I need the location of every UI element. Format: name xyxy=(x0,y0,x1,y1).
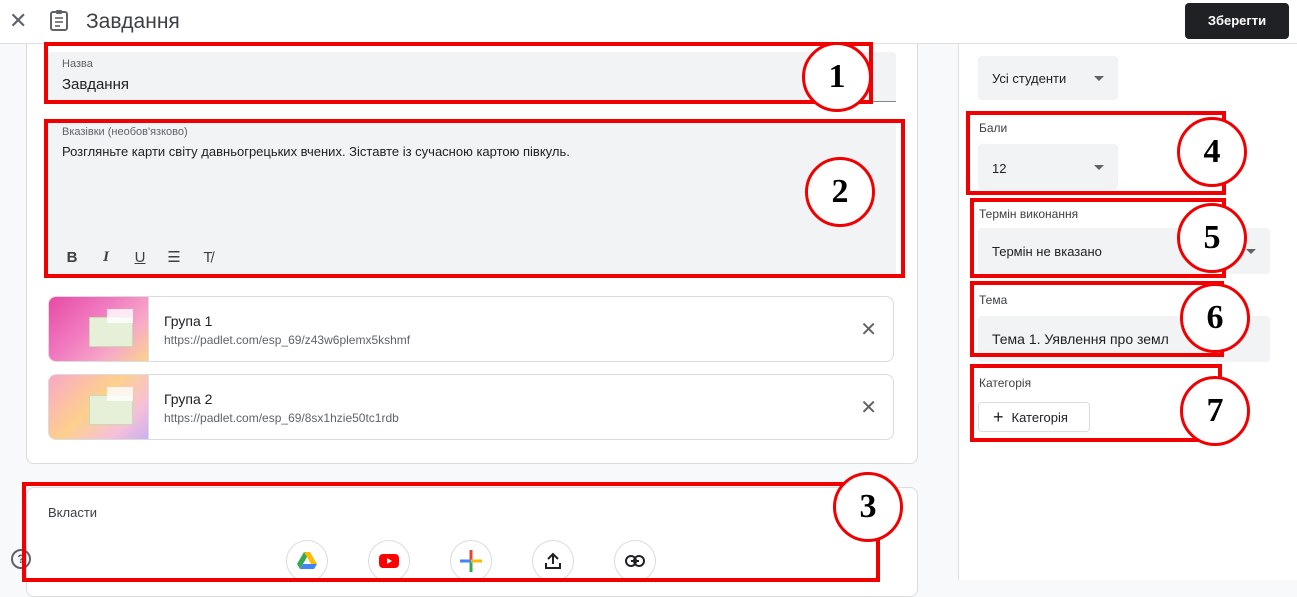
attachment-item[interactable]: Група 2 https://padlet.com/esp_69/8sx1hz… xyxy=(48,374,894,440)
annotation-number-7: 7 xyxy=(1180,376,1250,446)
annotation-number-3: 3 xyxy=(833,472,903,542)
dropdown-arrow-icon xyxy=(1094,76,1104,81)
annotation-box-3 xyxy=(22,482,880,582)
attachment-url: https://padlet.com/esp_69/z43w6plemx5ksh… xyxy=(164,333,411,347)
remove-icon[interactable]: ✕ xyxy=(860,317,877,342)
attachment-title[interactable]: Група 1 xyxy=(164,313,212,329)
annotation-box-1 xyxy=(44,42,873,104)
remove-icon[interactable]: ✕ xyxy=(860,395,877,420)
attachment-thumbnail xyxy=(49,375,149,439)
thumbnail-note xyxy=(107,309,133,323)
close-icon[interactable]: ✕ xyxy=(9,10,27,32)
annotation-box-2 xyxy=(44,119,905,278)
attachment-thumbnail xyxy=(49,297,149,361)
dropdown-arrow-icon xyxy=(1246,249,1256,254)
students-value: Усі студенти xyxy=(992,71,1067,86)
annotation-number-6: 6 xyxy=(1180,283,1250,353)
assignment-icon xyxy=(50,10,68,31)
page-title: Завдання xyxy=(86,10,180,33)
attachment-item[interactable]: Група 1 https://padlet.com/esp_69/z43w6p… xyxy=(48,296,894,362)
annotation-number-5: 5 xyxy=(1177,203,1247,273)
students-select[interactable]: Усі студенти xyxy=(978,56,1118,100)
annotation-number-2: 2 xyxy=(805,157,875,227)
save-button[interactable]: Зберегти xyxy=(1185,3,1289,39)
annotation-number-1: 1 xyxy=(802,42,872,112)
attachment-url: https://padlet.com/esp_69/8sx1hzie50tc1r… xyxy=(164,411,399,425)
annotation-number-4: 4 xyxy=(1177,117,1247,187)
top-bar: ✕ Завдання Зберегти xyxy=(0,0,1297,44)
thumbnail-note xyxy=(107,387,133,401)
attachment-title[interactable]: Група 2 xyxy=(164,391,212,407)
